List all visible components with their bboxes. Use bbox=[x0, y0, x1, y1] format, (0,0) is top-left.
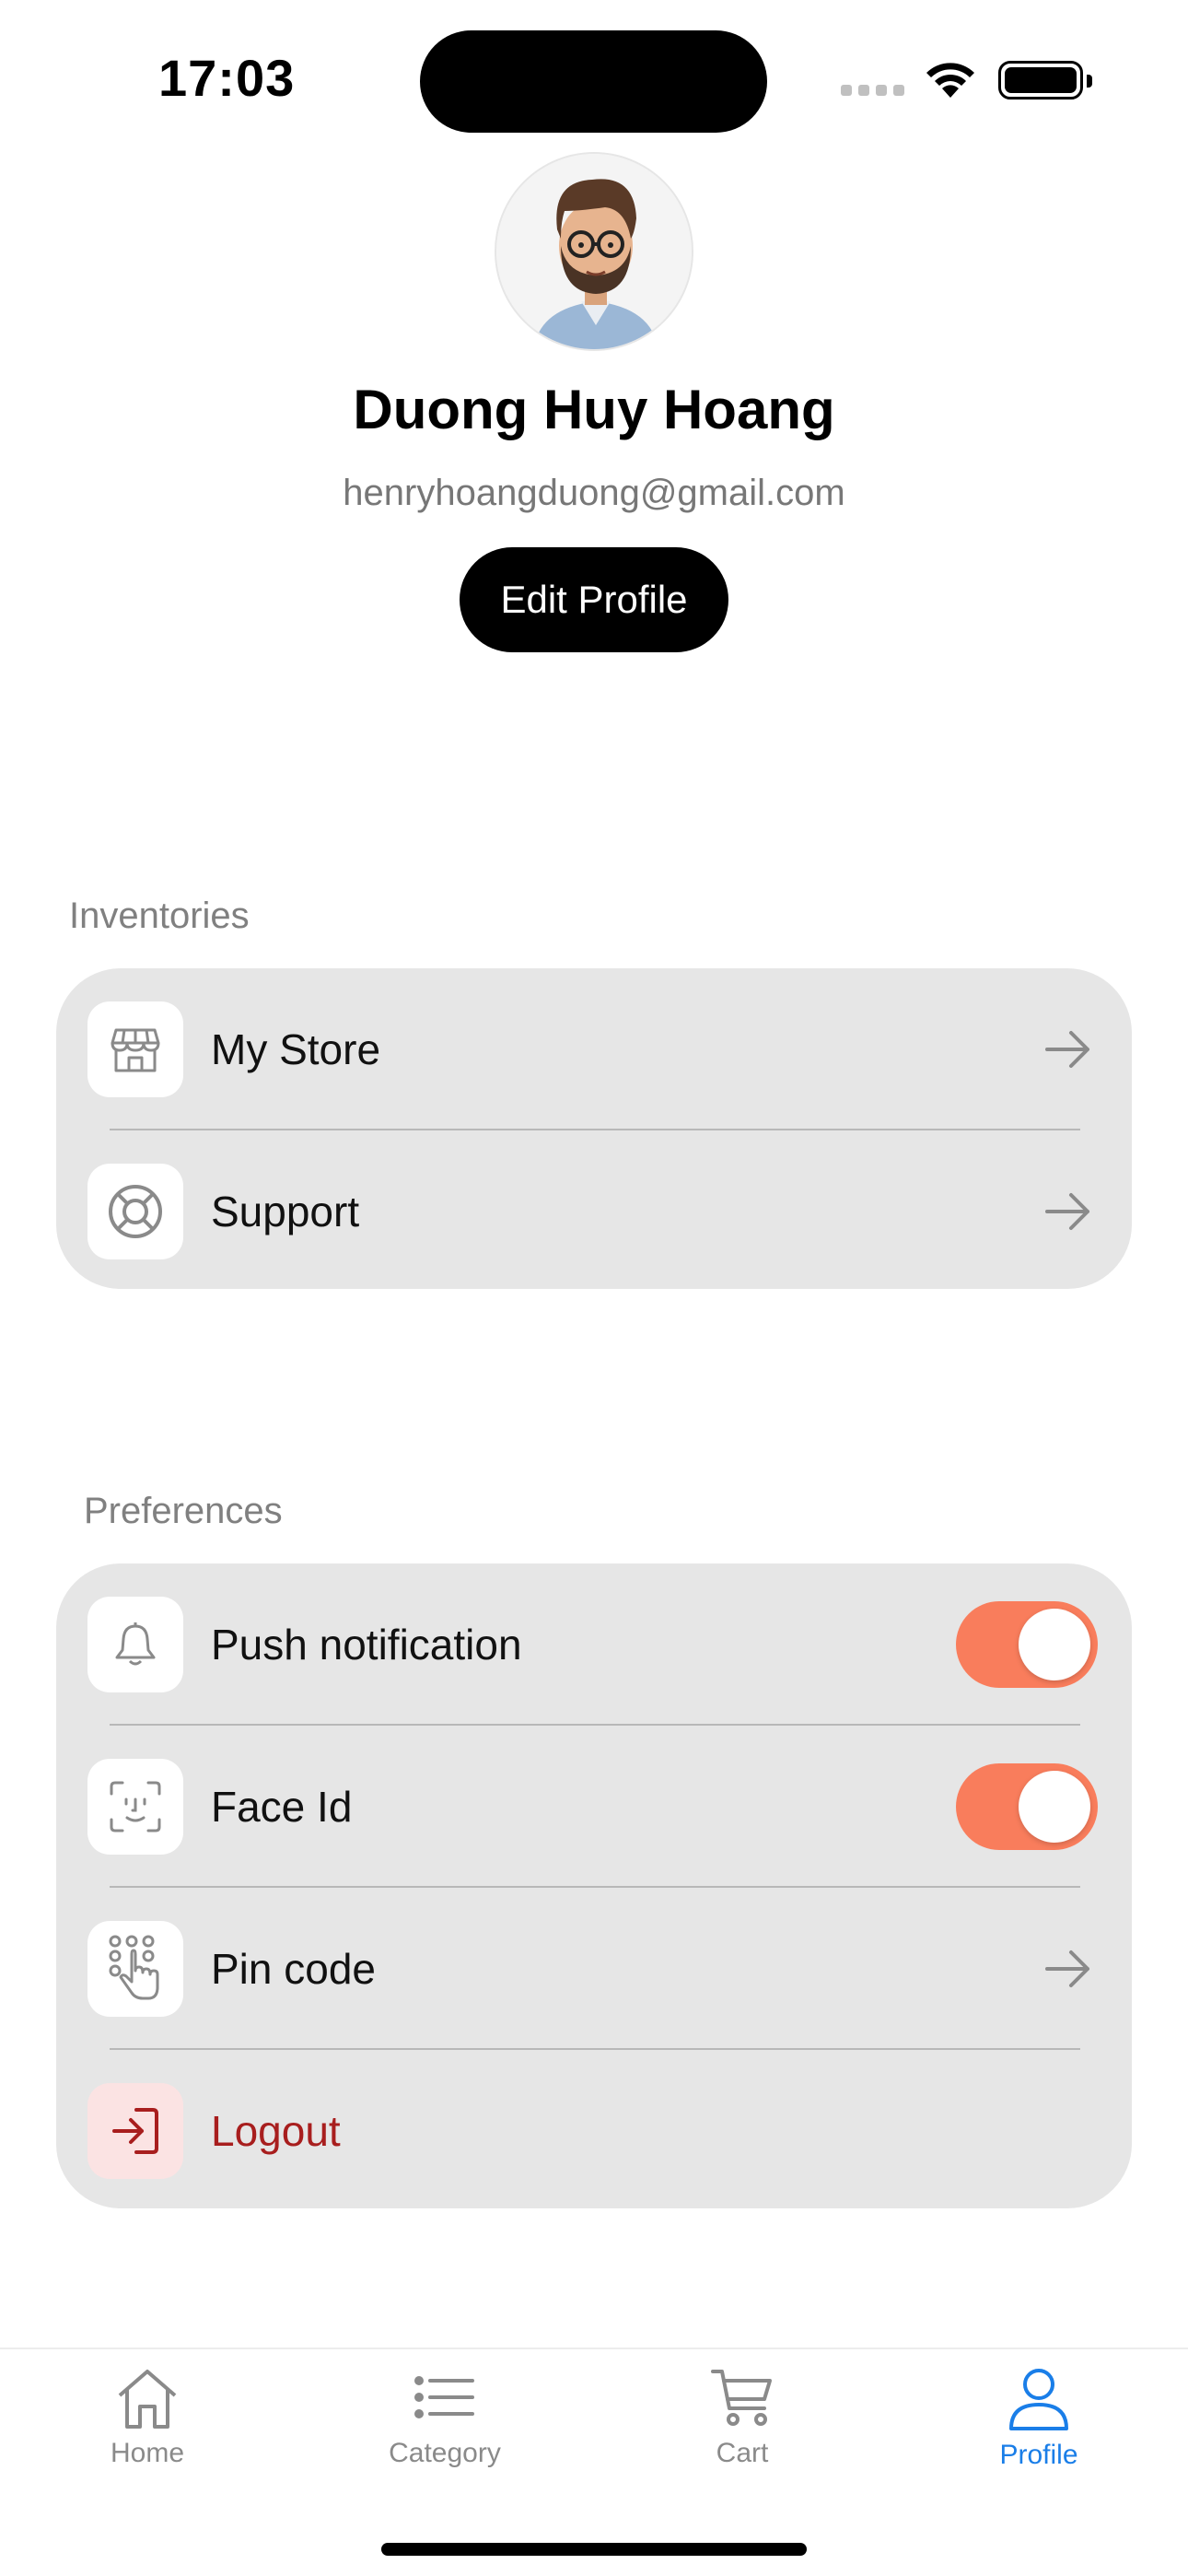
menu-item-logout[interactable]: Logout bbox=[56, 2050, 1132, 2212]
menu-item-label: Pin code bbox=[211, 1945, 377, 1993]
menu-item-my-store[interactable]: My Store bbox=[56, 968, 1132, 1130]
menu-item-pin-code[interactable]: Pin code bbox=[56, 1888, 1132, 2050]
inventories-card: My Store Support bbox=[56, 968, 1132, 1289]
tab-cart[interactable]: Cart bbox=[650, 2366, 834, 2469]
home-icon bbox=[118, 2370, 177, 2429]
menu-item-label: Push notification bbox=[211, 1621, 522, 1669]
tab-profile[interactable]: Profile bbox=[947, 2366, 1131, 2471]
battery-icon bbox=[998, 61, 1092, 100]
home-indicator bbox=[381, 2543, 807, 2556]
menu-item-push-notification: Push notification bbox=[56, 1563, 1132, 1726]
menu-item-label: My Store bbox=[211, 1025, 381, 1073]
arrow-right-icon bbox=[1045, 1031, 1089, 1068]
tab-label: Home bbox=[110, 2438, 185, 2468]
tab-label: Profile bbox=[999, 2440, 1078, 2470]
list-icon bbox=[414, 2376, 474, 2418]
face-id-icon bbox=[87, 1759, 183, 1855]
tab-home[interactable]: Home bbox=[55, 2366, 239, 2469]
tab-label: Category bbox=[389, 2438, 501, 2468]
bell-icon bbox=[87, 1597, 183, 1692]
menu-item-support[interactable]: Support bbox=[56, 1130, 1132, 1293]
edit-profile-button[interactable]: Edit Profile bbox=[460, 547, 728, 652]
menu-item-label: Logout bbox=[211, 2107, 341, 2155]
profile-email: henryhoangduong@gmail.com bbox=[343, 473, 845, 513]
push-notification-toggle[interactable] bbox=[956, 1601, 1098, 1688]
arrow-right-icon bbox=[1045, 1950, 1089, 1987]
wifi-icon bbox=[926, 63, 974, 98]
menu-item-face-id: Face Id bbox=[56, 1726, 1132, 1888]
face-id-toggle[interactable] bbox=[956, 1763, 1098, 1850]
logout-icon bbox=[87, 2083, 183, 2179]
tab-bar: Home Category Cart Profile bbox=[0, 2348, 1188, 2576]
status-time: 17:03 bbox=[158, 49, 296, 107]
dynamic-island bbox=[420, 30, 767, 133]
profile-name: Duong Huy Hoang bbox=[353, 379, 835, 440]
store-icon bbox=[87, 1001, 183, 1097]
menu-item-label: Face Id bbox=[211, 1783, 353, 1831]
lifebuoy-icon bbox=[87, 1164, 183, 1259]
person-icon bbox=[1009, 2369, 1068, 2430]
section-title-preferences: Preferences bbox=[84, 1491, 283, 1531]
preferences-card: Push notification Face Id Pin code Logou… bbox=[56, 1563, 1132, 2208]
menu-item-label: Support bbox=[211, 1188, 360, 1235]
status-bar: 17:03 bbox=[0, 0, 1188, 147]
keypad-hand-icon bbox=[87, 1921, 183, 2017]
tab-label: Cart bbox=[716, 2438, 769, 2468]
arrow-right-icon bbox=[1045, 1193, 1089, 1230]
cellular-signal-icon bbox=[841, 85, 904, 96]
tab-category[interactable]: Category bbox=[353, 2366, 537, 2469]
section-title-inventories: Inventories bbox=[69, 896, 250, 936]
avatar[interactable] bbox=[495, 152, 693, 351]
cart-icon bbox=[711, 2370, 772, 2426]
